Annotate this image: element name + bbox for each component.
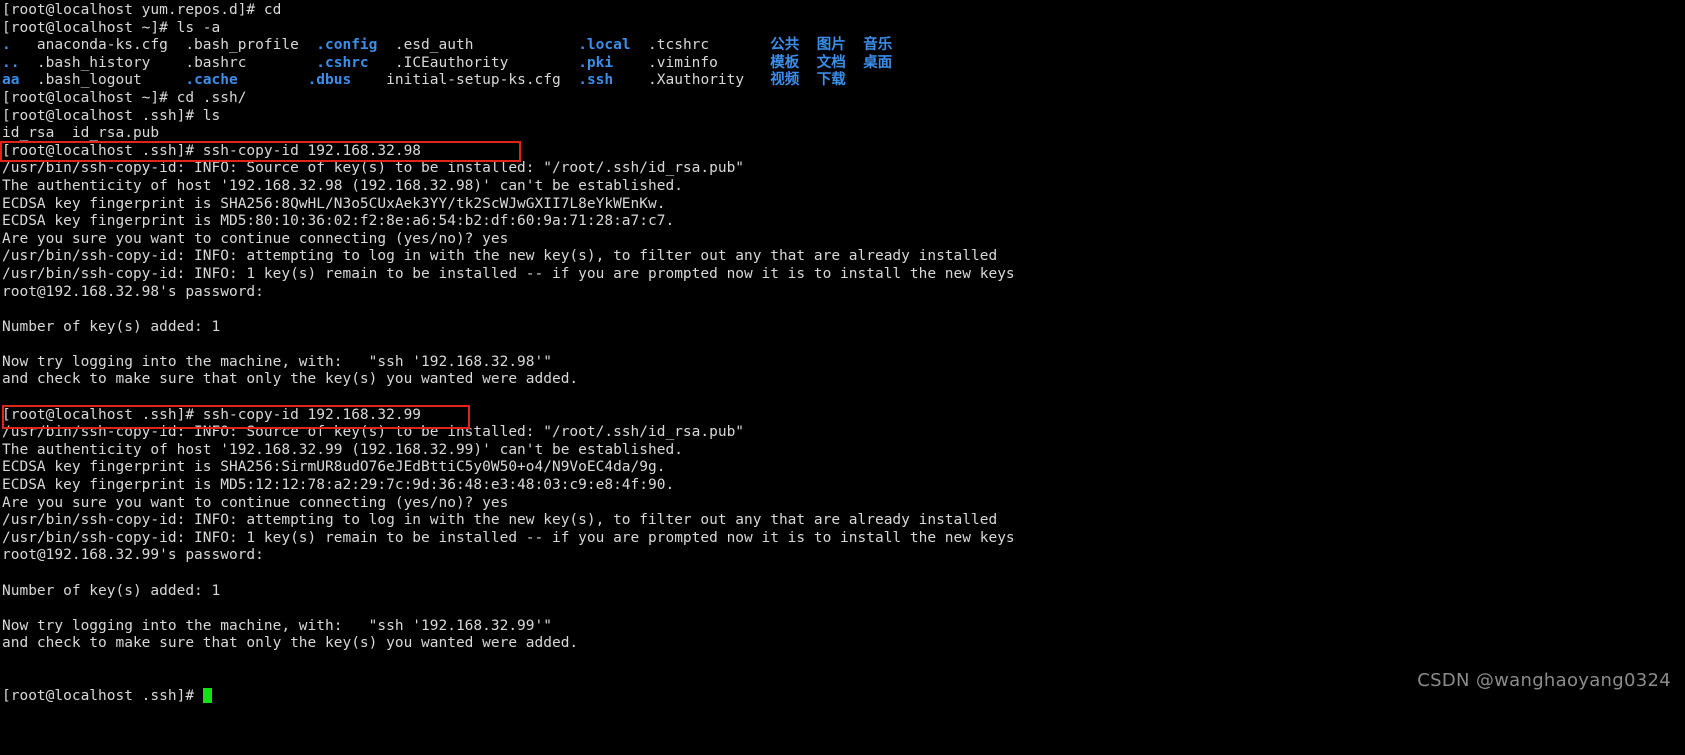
shell-prompt: [root@localhost .ssh]# bbox=[2, 688, 203, 705]
directory-entry: .. bbox=[2, 54, 20, 71]
file-entry bbox=[799, 37, 816, 53]
file-entry: .bash_logout bbox=[19, 72, 186, 89]
terminal-line: The authenticity of host '192.168.32.99 … bbox=[2, 441, 683, 458]
terminal-line: aa .bash_logout .cache .dbus initial-set… bbox=[2, 72, 1685, 90]
directory-entry: aa bbox=[2, 72, 20, 89]
directory-entry-cjk: 音乐 bbox=[863, 37, 893, 54]
terminal-line: Are you sure you want to continue connec… bbox=[2, 230, 509, 247]
terminal-line: id_rsa id_rsa.pub bbox=[2, 125, 160, 142]
directory-entry: .pki bbox=[578, 54, 614, 71]
terminal-line: /usr/bin/ssh-copy-id: INFO: 1 key(s) rem… bbox=[2, 529, 1015, 546]
terminal-line: Now try logging into the machine, with: … bbox=[2, 617, 552, 634]
terminal-line: Number of key(s) added: 1 bbox=[2, 318, 221, 335]
file-entry: .Xauthority bbox=[613, 72, 771, 89]
directory-entry: .local bbox=[578, 37, 631, 54]
terminal-line: /usr/bin/ssh-copy-id: INFO: Source of ke… bbox=[2, 160, 745, 177]
file-entry bbox=[846, 37, 863, 53]
terminal-line: [root@localhost .ssh]# ssh-copy-id 192.1… bbox=[2, 406, 422, 423]
terminal-line: [root@localhost ~]# ls -a bbox=[2, 19, 221, 36]
terminal-line: Now try logging into the machine, with: … bbox=[2, 353, 552, 370]
terminal-screen[interactable]: [root@localhost yum.repos.d]# cd [root@lo… bbox=[2, 2, 1685, 706]
terminal-line: /usr/bin/ssh-copy-id: INFO: attempting t… bbox=[2, 248, 998, 265]
directory-entry-cjk: 图片 bbox=[816, 37, 846, 54]
file-entry bbox=[846, 55, 863, 71]
file-entry bbox=[799, 55, 816, 71]
file-entry: .bash_history .bashrc bbox=[19, 54, 317, 71]
directory-entry-cjk: 文档 bbox=[816, 54, 846, 71]
directory-entry: .cshrc bbox=[316, 54, 369, 71]
directory-entry: .cache bbox=[185, 72, 238, 89]
terminal-line: [root@localhost yum.repos.d]# cd bbox=[2, 2, 282, 18]
file-entry: .esd_auth bbox=[377, 37, 579, 54]
file-entry bbox=[238, 72, 308, 88]
watermark-label: CSDN @wanghaoyang0324 bbox=[1417, 670, 1671, 691]
directory-entry-cjk: 下载 bbox=[816, 72, 846, 89]
directory-entry: .ssh bbox=[578, 72, 614, 89]
terminal-line: and check to make sure that only the key… bbox=[2, 635, 579, 652]
terminal-line: root@192.168.32.98's password: bbox=[2, 283, 264, 300]
terminal-line: ECDSA key fingerprint is MD5:80:10:36:02… bbox=[2, 213, 675, 230]
terminal-line: and check to make sure that only the key… bbox=[2, 371, 579, 388]
directory-entry: . bbox=[2, 37, 11, 54]
terminal-line: Are you sure you want to continue connec… bbox=[2, 494, 509, 511]
directory-entry: .dbus bbox=[307, 72, 352, 89]
directory-entry-cjk: 视频 bbox=[770, 72, 800, 89]
terminal-line: /usr/bin/ssh-copy-id: INFO: 1 key(s) rem… bbox=[2, 265, 1015, 282]
file-entry: anaconda-ks.cfg .bash_profile bbox=[10, 37, 317, 54]
terminal-line: ECDSA key fingerprint is SHA256:8QwHL/N3… bbox=[2, 195, 666, 212]
terminal-window[interactable]: [root@localhost yum.repos.d]# cd [root@lo… bbox=[0, 0, 1685, 755]
terminal-line: ECDSA key fingerprint is SHA256:SirmUR8u… bbox=[2, 459, 666, 476]
terminal-line: [root@localhost .ssh]# ls bbox=[2, 107, 221, 124]
file-entry bbox=[799, 72, 816, 88]
directory-entry: .config bbox=[316, 37, 378, 54]
directory-entry-cjk: 公共 bbox=[770, 37, 800, 54]
terminal-line: .. .bash_history .bashrc .cshrc .ICEauth… bbox=[2, 55, 1685, 73]
file-entry: .tcshrc bbox=[630, 37, 771, 54]
directory-entry-cjk: 模板 bbox=[770, 54, 800, 71]
terminal-line: . anaconda-ks.cfg .bash_profile .config … bbox=[2, 37, 1685, 55]
file-entry: .ICEauthority bbox=[368, 54, 579, 71]
file-entry: initial-setup-ks.cfg bbox=[351, 72, 579, 89]
terminal-line: /usr/bin/ssh-copy-id: INFO: attempting t… bbox=[2, 512, 998, 529]
terminal-line: ECDSA key fingerprint is MD5:12:12:78:a2… bbox=[2, 477, 675, 494]
terminal-line: [root@localhost ~]# cd .ssh/ bbox=[2, 89, 247, 106]
terminal-line: root@192.168.32.99's password: bbox=[2, 547, 264, 564]
terminal-line: The authenticity of host '192.168.32.98 … bbox=[2, 177, 683, 194]
file-entry: .viminfo bbox=[613, 54, 771, 71]
terminal-line: [root@localhost .ssh]# ssh-copy-id 192.1… bbox=[2, 142, 422, 159]
terminal-line: Number of key(s) added: 1 bbox=[2, 582, 221, 599]
directory-entry-cjk: 桌面 bbox=[863, 54, 893, 71]
terminal-line: /usr/bin/ssh-copy-id: INFO: Source of ke… bbox=[2, 424, 745, 441]
text-cursor[interactable] bbox=[202, 688, 212, 704]
